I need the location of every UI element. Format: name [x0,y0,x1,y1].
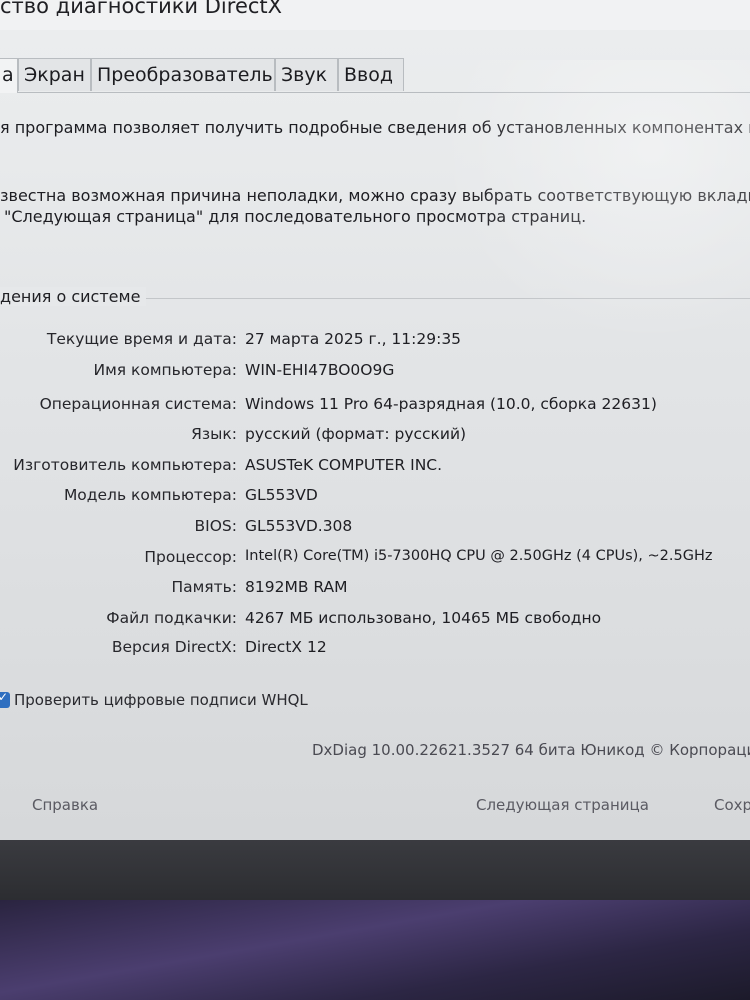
info-value: WIN-EHI47BO0O9G [245,361,395,379]
info-label: Имя компьютера: [93,361,237,379]
tab-system[interactable]: а [0,58,18,93]
info-row-pagefile: Файл подкачки: 4267 МБ использовано, 104… [0,609,750,639]
intro-text-line-1: я программа позволяет получить подробные… [0,118,750,137]
info-label: Версия DirectX: [111,638,237,656]
whql-checkbox-label[interactable]: Проверить цифровые подписи WHQL [14,691,308,709]
info-label: Память: [171,578,237,596]
info-label: Изготовитель компьютера: [13,456,237,474]
info-row-model: Модель компьютера: GL553VD [0,486,750,516]
next-page-button[interactable]: Следующая страница [476,796,649,814]
tab-render[interactable]: Преобразователь [91,58,275,91]
info-value: Intel(R) Core(TM) i5-7300HQ CPU @ 2.50GH… [245,548,713,564]
save-button[interactable]: Сохр [714,796,750,814]
info-row-computer-name: Имя компьютера: WIN-EHI47BO0O9G [0,361,750,391]
info-row-manufacturer: Изготовитель компьютера: ASUSTeK COMPUTE… [0,456,750,486]
system-info-group-title: дения о системе [0,287,147,306]
intro-text-line-2: звестна возможная причина неполадки, мож… [0,186,750,205]
info-value: 4267 МБ использовано, 10465 МБ свободно [245,609,602,627]
info-value: русский (формат: русский) [245,425,467,443]
tab-strip: а Экран Преобразователь Звук Ввод [0,58,750,93]
info-value: ASUSTeK COMPUTER INC. [245,456,443,474]
laptop-body [0,900,750,1000]
info-label: BIOS: [194,517,237,535]
title-bar: ство диагностики DirectX [0,0,750,30]
info-value: Windows 11 Pro 64-разрядная (10.0, сборк… [245,395,657,413]
info-value: GL553VD.308 [245,517,353,535]
info-label: Текущие время и дата: [46,330,237,348]
dxdiag-version-info: DxDiag 10.00.22621.3527 64 бита Юникод ©… [312,741,750,759]
intro-text-line-3: "Следующая страница" для последовательно… [4,207,587,226]
tab-sound[interactable]: Звук [275,58,338,91]
info-label: Процессор: [144,548,237,566]
window-title: ство диагностики DirectX [0,0,283,18]
info-row-datetime: Текущие время и дата: 27 марта 2025 г., … [0,330,750,360]
info-label: Модель компьютера: [63,486,237,504]
info-value: DirectX 12 [245,638,327,656]
tab-display[interactable]: Экран [18,58,91,91]
info-label: Язык: [191,425,237,443]
info-label: Файл подкачки: [106,609,237,627]
info-row-memory: Память: 8192MB RAM [0,578,750,608]
info-row-language: Язык: русский (формат: русский) [0,425,750,455]
dxdiag-window: ство диагностики DirectX а Экран Преобра… [0,0,750,840]
info-row-os: Операционная система: Windows 11 Pro 64-… [0,395,750,425]
info-value: 8192MB RAM [245,578,348,596]
checkmark-icon: ✓ [0,690,9,704]
info-row-processor: Процессор: Intel(R) Core(TM) i5-7300HQ C… [0,548,750,578]
info-value: GL553VD [245,486,318,504]
screen-bezel [0,840,750,900]
whql-checkbox[interactable]: ✓ [0,690,10,708]
tab-input[interactable]: Ввод [338,58,404,91]
info-value: 27 марта 2025 г., 11:29:35 [245,330,462,348]
help-button[interactable]: Справка [32,796,98,814]
info-row-directx: Версия DirectX: DirectX 12 [0,638,750,668]
info-label: Операционная система: [39,395,237,413]
info-row-bios: BIOS: GL553VD.308 [0,517,750,547]
